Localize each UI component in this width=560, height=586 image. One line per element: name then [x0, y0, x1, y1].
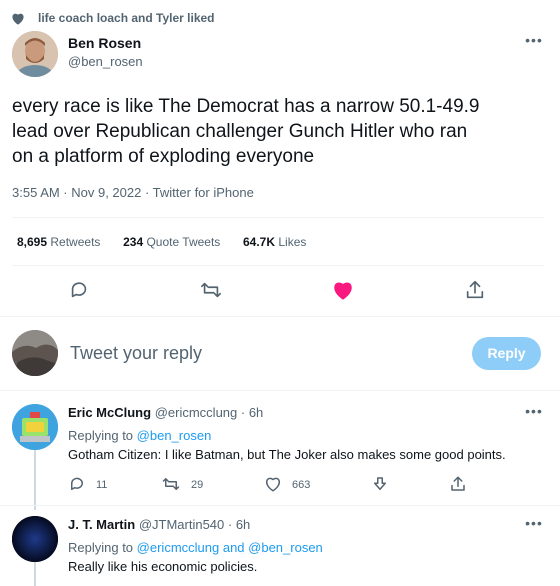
likes-count: 64.7K	[242, 235, 276, 249]
retweets-label: Retweets	[50, 235, 101, 249]
like-count: 663	[292, 479, 311, 491]
more-icon[interactable]: •••	[522, 404, 546, 424]
reply-author-handle[interactable]: @ericmcclung	[155, 405, 238, 420]
heart-icon[interactable]	[332, 279, 354, 301]
replying-to: Replying to @ben_rosen	[68, 428, 211, 443]
replying-to: Replying to @ericmcclung and @ben_rosen	[68, 540, 323, 555]
reply-author-name[interactable]: Eric McClung	[68, 405, 151, 420]
replying-to-prefix: Replying to	[68, 540, 134, 555]
retweet-icon[interactable]	[162, 475, 184, 497]
quotes-stat[interactable]: 234 Quote Tweets	[123, 235, 224, 249]
social-context-text[interactable]: life coach loach and Tyler liked	[38, 11, 215, 25]
retweets-count: 8,695	[17, 235, 48, 249]
author-avatar[interactable]	[12, 31, 58, 77]
heart-icon	[11, 12, 25, 30]
replying-to-prefix: Replying to	[68, 428, 134, 443]
thread-line	[34, 450, 36, 510]
reply-button[interactable]: Reply	[472, 337, 541, 370]
replying-to-link[interactable]: @ben_rosen	[137, 428, 212, 443]
reply-author-handle[interactable]: @JTMartin540	[139, 517, 224, 532]
author-handle[interactable]: @ben_rosen	[68, 54, 143, 69]
reply-icon[interactable]	[68, 279, 90, 301]
reply-time[interactable]: · 6h	[228, 517, 250, 532]
retweet-count: 29	[191, 479, 204, 491]
thread-line	[34, 562, 36, 586]
author-name[interactable]: Ben Rosen	[68, 35, 141, 51]
quotes-label: Quote Tweets	[146, 235, 221, 249]
tweet-meta[interactable]: 3:55 AM · Nov 9, 2022 · Twitter for iPho…	[12, 185, 254, 200]
tweet-text: every race is like The Democrat has a na…	[12, 94, 552, 169]
retweets-stat[interactable]: 8,695 Retweets	[17, 235, 104, 249]
reply-author-name[interactable]: J. T. Martin	[68, 517, 135, 532]
replying-to-link[interactable]: @ericmcclung and @ben_rosen	[137, 540, 323, 555]
likes-stat[interactable]: 64.7K Likes	[243, 235, 306, 249]
more-icon[interactable]: •••	[522, 33, 546, 53]
retweet-icon[interactable]	[200, 279, 222, 301]
reply-header: J. T. Martin @JTMartin540 · 6h	[68, 517, 250, 532]
downvote-icon[interactable]	[371, 475, 393, 497]
reply-header: Eric McClung @ericmcclung · 6h	[68, 405, 263, 420]
tweet-text-line: lead over Republican challenger Gunch Hi…	[12, 121, 468, 142]
reply-text: Really like his economic policies.	[68, 559, 258, 574]
reply-count: 11	[96, 479, 108, 491]
reply-time[interactable]: · 6h	[241, 405, 263, 420]
heart-icon[interactable]	[264, 475, 286, 497]
divider	[0, 390, 560, 391]
divider	[12, 265, 544, 266]
likes-label: Likes	[278, 235, 307, 249]
share-icon[interactable]	[449, 475, 471, 497]
tweet-text-line: on a platform of exploding everyone	[12, 146, 315, 167]
tweet-text-line: every race is like The Democrat has a na…	[12, 96, 480, 117]
share-icon[interactable]	[464, 279, 486, 301]
reply-icon[interactable]	[68, 475, 90, 497]
divider	[12, 217, 544, 218]
reply-text: Gotham Citizen: I like Batman, but The J…	[68, 447, 506, 462]
more-icon[interactable]: •••	[522, 516, 546, 536]
divider	[0, 505, 560, 506]
reply-input[interactable]: Tweet your reply	[70, 343, 202, 364]
tweet-stats: 8,695 Retweets 234 Quote Tweets 64.7K Li…	[17, 235, 306, 249]
reply-avatar[interactable]	[12, 516, 58, 562]
divider	[0, 316, 560, 317]
my-avatar[interactable]	[12, 330, 58, 376]
quotes-count: 234	[123, 235, 144, 249]
reply-avatar[interactable]	[12, 404, 58, 450]
